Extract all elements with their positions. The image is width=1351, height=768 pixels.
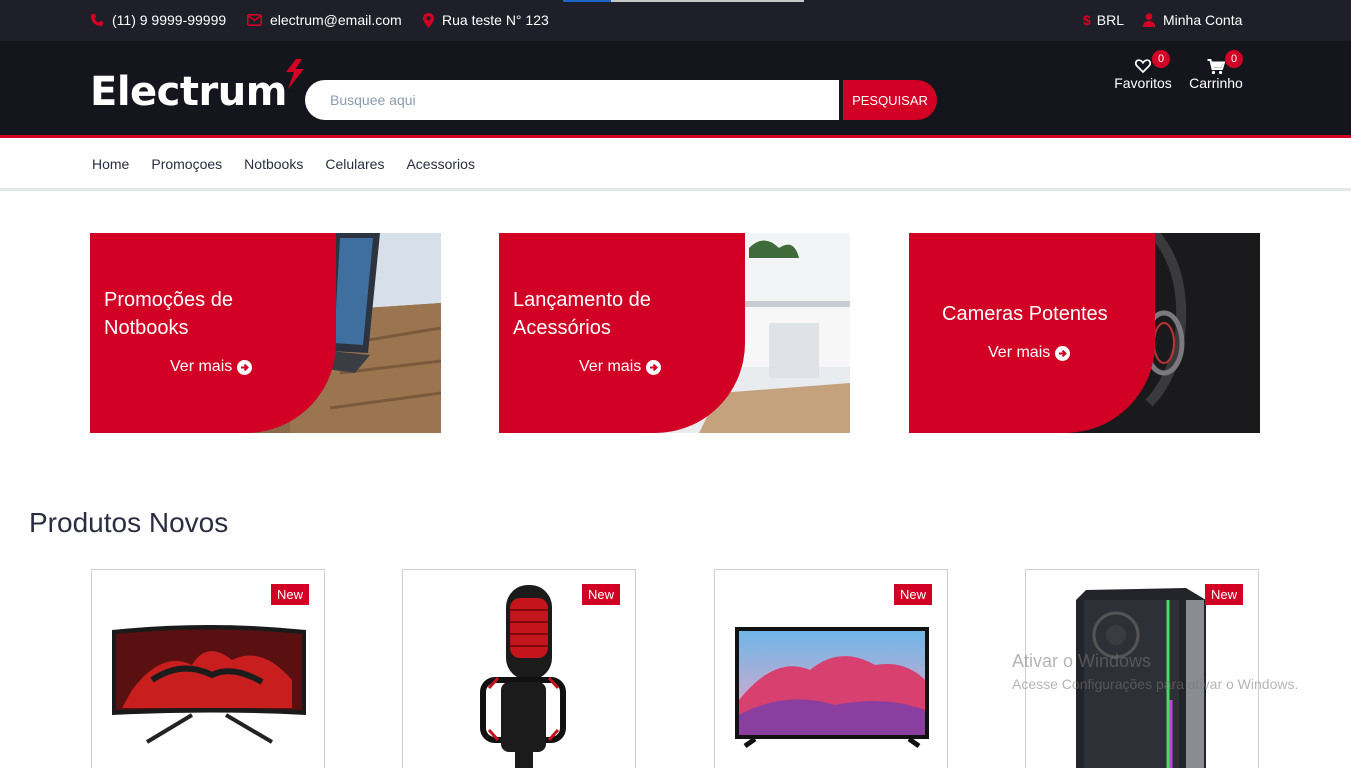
new-badge: New: [1204, 584, 1243, 605]
see-more-link[interactable]: Ver mais: [988, 344, 1071, 362]
nav-item-acessorios[interactable]: Acessorios: [406, 156, 474, 172]
envelope-icon: [247, 14, 262, 26]
wishlist-link[interactable]: Favoritos 0: [1112, 50, 1174, 91]
top-bar: (11) 9 9999-99999 electrum@email.com Rua…: [0, 0, 1351, 41]
collection-title: Cameras Potentes: [942, 300, 1108, 328]
product-card[interactable]: New: [714, 569, 948, 768]
cart-label: Carrinho: [1189, 75, 1243, 91]
account-link[interactable]: Minha Conta: [1143, 12, 1242, 28]
product-card[interactable]: New: [1025, 569, 1259, 768]
search-form: PESQUISAR: [305, 80, 937, 120]
collection-card-accessories[interactable]: Lançamento de Acessórios Ver mais: [499, 233, 850, 433]
shopping-cart-icon: [1207, 59, 1225, 75]
collection-title-line1: Lançamento de: [513, 289, 651, 311]
lightning-bolt-icon: [286, 59, 304, 89]
email-link[interactable]: electrum@email.com: [247, 12, 402, 28]
product-card[interactable]: New: [402, 569, 636, 768]
arrow-circle-right-icon: [1055, 345, 1071, 361]
wishlist-count-badge: 0: [1152, 50, 1170, 68]
collection-card-notebooks[interactable]: Promoções de Notbooks Ver mais: [90, 233, 441, 433]
email-text: electrum@email.com: [270, 12, 402, 28]
heart-icon: [1135, 59, 1151, 74]
section-title: Produtos Novos: [29, 507, 229, 538]
logo-text[interactable]: Electrum: [90, 69, 287, 115]
cart-link[interactable]: Carrinho 0: [1186, 50, 1246, 91]
arrow-circle-right-icon: [237, 359, 253, 375]
collection-title-line1: Promoções de: [104, 289, 233, 311]
see-more-text: Ver mais: [579, 358, 642, 375]
phone-text: (11) 9 9999-99999: [112, 12, 227, 28]
see-more-link[interactable]: Ver mais: [170, 358, 253, 376]
phone-link[interactable]: (11) 9 9999-99999: [90, 12, 226, 28]
cart-count-badge: 0: [1225, 50, 1243, 68]
search-input[interactable]: [305, 80, 839, 120]
user-icon: [1143, 13, 1155, 27]
collection-overlay: [909, 233, 1155, 433]
collection-title: Promoções de Notbooks: [104, 286, 233, 342]
see-more-text: Ver mais: [988, 344, 1051, 361]
top-highlight: [563, 0, 611, 2]
search-button[interactable]: PESQUISAR: [843, 80, 937, 120]
collection-title-line1: Cameras Potentes: [942, 303, 1108, 325]
phone-icon: [90, 13, 104, 27]
collection-title-line2: Acessórios: [513, 317, 611, 339]
top-highlight-gray: [611, 0, 804, 2]
currency-text: BRL: [1096, 12, 1125, 28]
collection-card-cameras[interactable]: Cameras Potentes Ver mais: [909, 233, 1260, 433]
collection-title: Lançamento de Acessórios: [513, 286, 651, 342]
new-badge: New: [270, 584, 309, 605]
new-badge: New: [581, 584, 620, 605]
wishlist-label: Favoritos: [1114, 75, 1172, 91]
nav-item-notbooks[interactable]: Notbooks: [244, 156, 303, 172]
product-card[interactable]: New: [91, 569, 325, 768]
account-text: Minha Conta: [1163, 12, 1243, 28]
new-badge: New: [893, 584, 932, 605]
arrow-circle-right-icon: [646, 359, 662, 375]
map-marker-icon: [423, 12, 434, 28]
currency-link[interactable]: $ BRL: [1083, 12, 1124, 28]
dollar-icon: $: [1083, 12, 1091, 28]
nav-item-promocoes[interactable]: Promoçoes: [151, 156, 222, 172]
see-more-text: Ver mais: [170, 358, 233, 375]
nav-item-home[interactable]: Home: [92, 156, 129, 172]
address-link[interactable]: Rua teste N° 123: [423, 12, 549, 28]
main-navigation: Home Promoçoes Notbooks Celulares Acesso…: [0, 141, 1351, 191]
address-text: Rua teste N° 123: [442, 12, 549, 28]
see-more-link[interactable]: Ver mais: [579, 358, 662, 376]
main-header: Electrum PESQUISAR Favoritos 0 Carrinho …: [0, 41, 1351, 138]
collection-title-line2: Notbooks: [104, 317, 189, 339]
nav-item-celulares[interactable]: Celulares: [325, 156, 384, 172]
